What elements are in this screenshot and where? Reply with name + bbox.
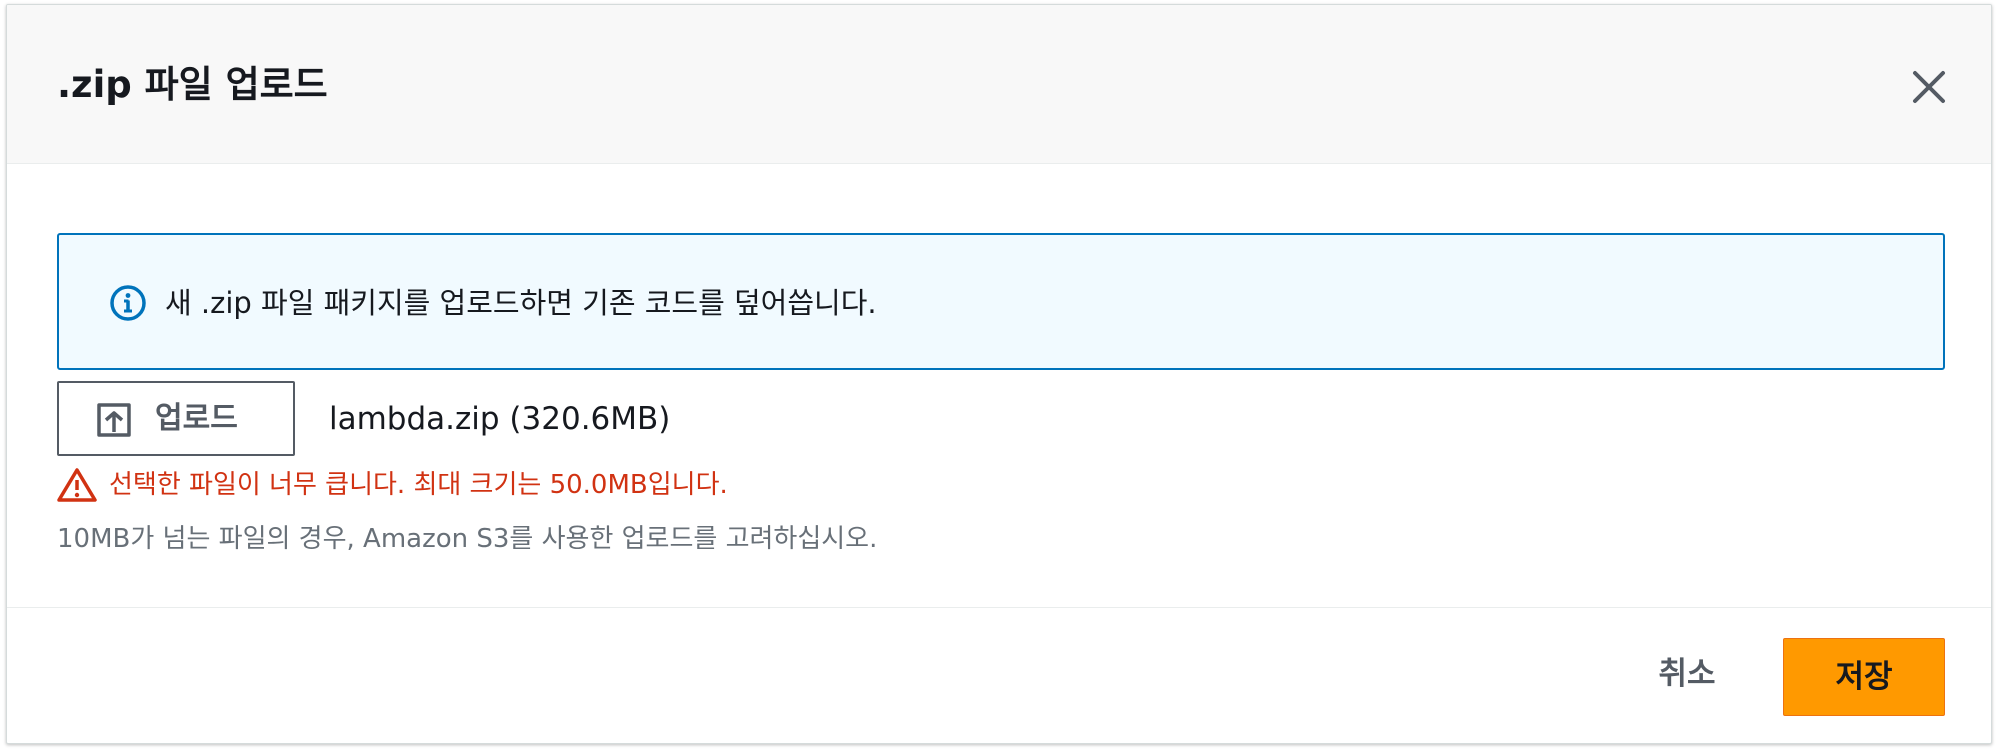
upload-zip-modal: .zip 파일 업로드 새 .zip 파일 패키지를 업로드하면 기존 코드를 … xyxy=(6,4,1992,744)
save-button[interactable]: 저장 xyxy=(1783,638,1945,716)
info-alert: 새 .zip 파일 패키지를 업로드하면 기존 코드를 덮어씁니다. xyxy=(57,233,1945,370)
close-icon xyxy=(1913,71,1945,103)
constraint-hint: 10MB가 넘는 파일의 경우, Amazon S3를 사용한 업로드를 고려하… xyxy=(57,524,878,554)
upload-button-label: 업로드 xyxy=(155,401,238,436)
error-message: 선택한 파일이 너무 큽니다. 최대 크기는 50.0MB입니다. xyxy=(109,470,728,500)
modal-header: .zip 파일 업로드 xyxy=(7,5,1991,164)
selected-file-name: lambda.zip (320.6MB) xyxy=(329,401,671,437)
modal-footer: 취소 저장 xyxy=(7,607,1991,743)
info-message: 새 .zip 파일 패키지를 업로드하면 기존 코드를 덮어씁니다. xyxy=(165,286,877,320)
modal-title: .zip 파일 업로드 xyxy=(57,63,328,106)
upload-icon xyxy=(97,403,131,437)
cancel-button[interactable]: 취소 xyxy=(1627,636,1747,712)
info-icon xyxy=(110,285,146,321)
upload-button[interactable]: 업로드 xyxy=(57,381,295,456)
close-button[interactable] xyxy=(1905,63,1953,111)
warning-icon xyxy=(57,468,97,502)
